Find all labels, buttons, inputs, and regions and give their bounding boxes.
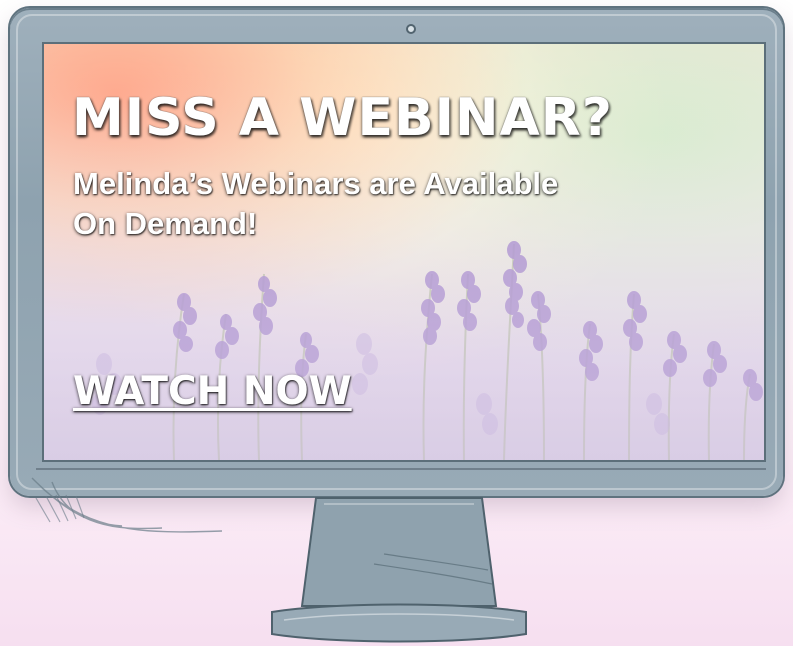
screen: MISS A WEBINAR? Melinda’s Webinars are A… (42, 42, 766, 462)
subheadline-line-1: Melinda’s Webinars are Available (73, 166, 559, 201)
headline: MISS A WEBINAR? (72, 88, 613, 148)
subheadline-line-2: On Demand! (73, 206, 258, 241)
monitor-chin-divider (36, 468, 766, 470)
watch-now-link[interactable]: WATCH NOW (73, 368, 352, 416)
monitor-stand (271, 497, 527, 643)
webinar-banner: MISS A WEBINAR? Melinda’s Webinars are A… (0, 0, 793, 646)
subheadline: Melinda’s Webinars are Available On Dema… (73, 164, 558, 244)
camera-icon (406, 24, 416, 34)
frame-sketch-strokes (31, 477, 223, 533)
